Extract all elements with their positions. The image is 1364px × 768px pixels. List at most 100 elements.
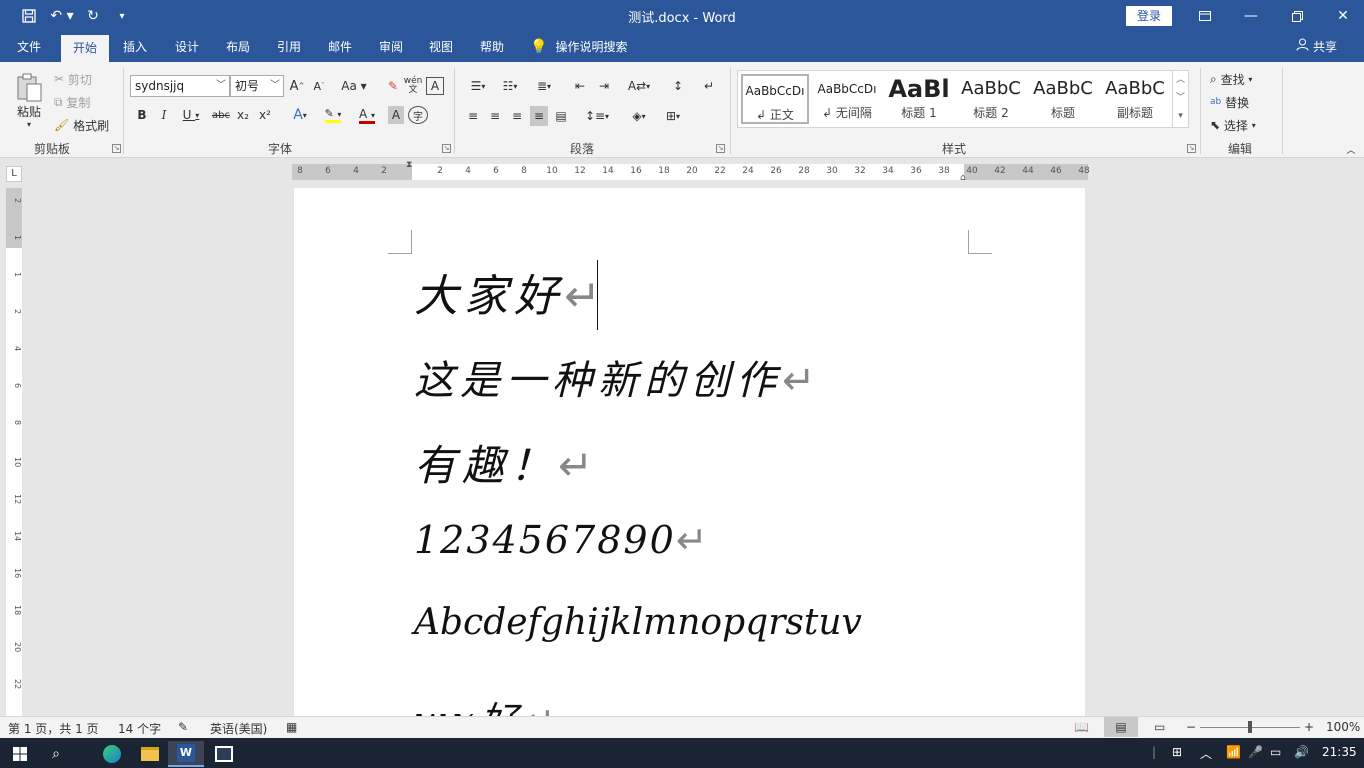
indent-marker[interactable]: ⧗ <box>406 160 412 170</box>
file-explorer-icon[interactable] <box>132 741 168 767</box>
zoom-level[interactable]: 100% <box>1326 720 1360 734</box>
multilevel-list-icon[interactable]: ≣ ▾ <box>530 76 558 96</box>
style-normal[interactable]: AaBbCcDı ↲ 正文 <box>741 74 809 124</box>
search-icon[interactable]: ⌕ <box>38 741 74 767</box>
doc-line-4[interactable]: 1234567890↵ <box>414 518 708 562</box>
font-name-combo[interactable]: sydnsjjq ﹀ <box>130 75 230 97</box>
doc-line-1[interactable]: 大家好↵ <box>414 260 601 324</box>
word-taskbar-icon[interactable]: W <box>168 741 204 767</box>
close-icon[interactable]: ✕ <box>1320 0 1364 32</box>
zoom-out-icon[interactable]: − <box>1186 720 1196 734</box>
bold-button[interactable]: B <box>134 106 150 124</box>
distributed-icon[interactable]: ▤ <box>552 106 570 126</box>
phonetic-guide-icon[interactable]: wén 文 <box>404 76 423 96</box>
align-center-icon[interactable]: ≡ <box>486 106 504 126</box>
network-icon[interactable]: 📶 <box>1226 745 1241 759</box>
style-heading-1[interactable]: AaBl 标题 1 <box>884 74 954 124</box>
subscript-button[interactable]: x₂ <box>234 106 252 124</box>
document-page[interactable]: 大家好↵ 这是一种新的创作↵ 有趣！↵ 1234567890↵ Abcdefgh… <box>294 188 1085 743</box>
page-count[interactable]: 第 1 页，共 1 页 <box>8 720 99 737</box>
ribbon-display-icon[interactable] <box>1182 0 1228 32</box>
photos-icon[interactable] <box>206 741 242 767</box>
underline-button[interactable]: U ▾ <box>178 106 204 124</box>
word-count[interactable]: 14 个字 <box>118 720 161 737</box>
clear-format-icon[interactable]: ✎ <box>384 77 402 95</box>
find-button[interactable]: ⌕ 查找 ▾ <box>1210 70 1252 88</box>
style-subtitle[interactable]: AaBbC 副标题 <box>1100 74 1170 124</box>
char-shading-icon[interactable]: A <box>388 106 404 124</box>
tab-review[interactable]: 审阅 <box>372 32 410 62</box>
style-heading-2[interactable]: AaBbC 标题 2 <box>956 74 1026 124</box>
line-spacing-icon[interactable]: ↕≡ ▾ <box>582 106 612 126</box>
style-no-spacing[interactable]: AaBbCcDı ↲ 无间隔 <box>812 74 882 124</box>
decrease-indent-icon[interactable]: ⇤ <box>570 76 590 96</box>
numbering-icon[interactable]: ☷ ▾ <box>496 76 524 96</box>
justify-icon[interactable]: ≡ <box>530 106 548 126</box>
tab-home[interactable]: 开始 <box>61 35 109 62</box>
collapse-ribbon-icon[interactable]: ︿ <box>1344 142 1358 156</box>
sort-icon[interactable]: ↕ <box>668 76 688 96</box>
print-layout-icon[interactable]: ▤ <box>1104 717 1138 737</box>
tab-view[interactable]: 视图 <box>422 32 460 62</box>
chinese-layout-icon[interactable]: A⇄ ▾ <box>624 76 654 96</box>
select-button[interactable]: ⬉ 选择 ▾ <box>1210 116 1256 134</box>
grow-font-icon[interactable]: A ^ <box>289 77 305 95</box>
tab-help[interactable]: 帮助 <box>473 32 511 62</box>
share-button[interactable]: 共享 <box>1296 32 1346 62</box>
language-status[interactable]: 英语(美国) <box>210 720 267 737</box>
tell-me-search[interactable]: 💡 操作说明搜索 <box>530 32 642 62</box>
font-color-icon[interactable]: A ▾ <box>352 106 382 124</box>
bullets-icon[interactable]: ☰ ▾ <box>464 76 492 96</box>
format-painter-button[interactable]: 🖌 格式刷 <box>54 116 109 134</box>
paragraph-launcher-icon[interactable]: ↘ <box>716 144 725 153</box>
superscript-button[interactable]: x² <box>256 106 274 124</box>
text-effects-icon[interactable]: A ▾ <box>286 106 314 124</box>
microphone-icon[interactable]: 🎤 <box>1248 745 1263 759</box>
tab-selector[interactable]: L <box>6 166 22 182</box>
zoom-in-icon[interactable]: + <box>1304 720 1314 734</box>
font-launcher-icon[interactable]: ↘ <box>442 144 451 153</box>
vertical-ruler[interactable]: 2 1 1 2 4 6 8 10 12 14 16 18 20 22 <box>6 188 22 716</box>
tab-file[interactable]: 文件 <box>8 32 50 62</box>
restore-icon[interactable] <box>1274 0 1320 32</box>
show-marks-icon[interactable]: ↵ <box>700 76 718 96</box>
edge-icon[interactable] <box>94 741 130 767</box>
paste-button[interactable]: 粘贴 ▾ <box>10 70 48 132</box>
borders-icon[interactable]: ⊞ ▾ <box>658 106 688 126</box>
tab-references[interactable]: 引用 <box>270 32 308 62</box>
shrink-font-icon[interactable]: Aˇ <box>311 77 327 95</box>
web-layout-icon[interactable]: ▭ <box>1154 720 1165 734</box>
clipboard-launcher-icon[interactable]: ↘ <box>112 144 121 153</box>
tab-insert[interactable]: 插入 <box>116 32 154 62</box>
doc-line-5[interactable]: Abcdefghijklmnopqrstuv <box>414 602 862 643</box>
ime-mode-icon[interactable]: ⊞ <box>1172 745 1182 759</box>
tab-mailings[interactable]: 邮件 <box>321 32 359 62</box>
battery-icon[interactable]: ▭ <box>1270 745 1281 759</box>
macro-icon[interactable]: ▦ <box>286 720 297 734</box>
horizontal-ruler[interactable]: 8642 2 4 6 8 10 12 14 16 18 20 22 24 26 28 30 32 34 36 38 4… <box>292 160 1090 183</box>
tab-layout[interactable]: 布局 <box>219 32 257 62</box>
zoom-slider-thumb[interactable] <box>1248 721 1252 733</box>
minimize-icon[interactable]: — <box>1228 0 1274 32</box>
align-right-icon[interactable]: ≡ <box>508 106 526 126</box>
shading-icon[interactable]: ◈ ▾ <box>624 106 654 126</box>
login-button[interactable]: 登录 <box>1126 6 1172 26</box>
proofing-icon[interactable]: ✎ <box>178 720 188 734</box>
change-case-icon[interactable]: Aa ▾ <box>340 77 368 95</box>
right-indent-marker[interactable]: ⌂ <box>960 173 966 183</box>
volume-icon[interactable]: 🔊 <box>1294 745 1309 759</box>
doc-line-2[interactable]: 这是一种新的创作↵ <box>414 348 816 406</box>
cut-button[interactable]: ✂ 剪切 <box>54 70 92 88</box>
tab-design[interactable]: 设计 <box>168 32 206 62</box>
styles-launcher-icon[interactable]: ↘ <box>1187 144 1196 153</box>
chevron-up-icon[interactable]: ︿ <box>1173 71 1188 89</box>
clock[interactable]: 21:35 <box>1322 745 1357 759</box>
replace-button[interactable]: ab 替换 <box>1210 93 1249 111</box>
copy-button[interactable]: ⧉ 复制 <box>54 93 90 111</box>
increase-indent-icon[interactable]: ⇥ <box>594 76 614 96</box>
doc-line-3[interactable]: 有趣！↵ <box>414 432 593 493</box>
windows-start-icon[interactable] <box>2 741 38 767</box>
align-left-icon[interactable]: ≡ <box>464 106 482 126</box>
font-size-combo[interactable]: 初号 ﹀ <box>230 75 284 97</box>
styles-scroll[interactable]: ︿ ﹀ ▾ <box>1172 71 1188 127</box>
